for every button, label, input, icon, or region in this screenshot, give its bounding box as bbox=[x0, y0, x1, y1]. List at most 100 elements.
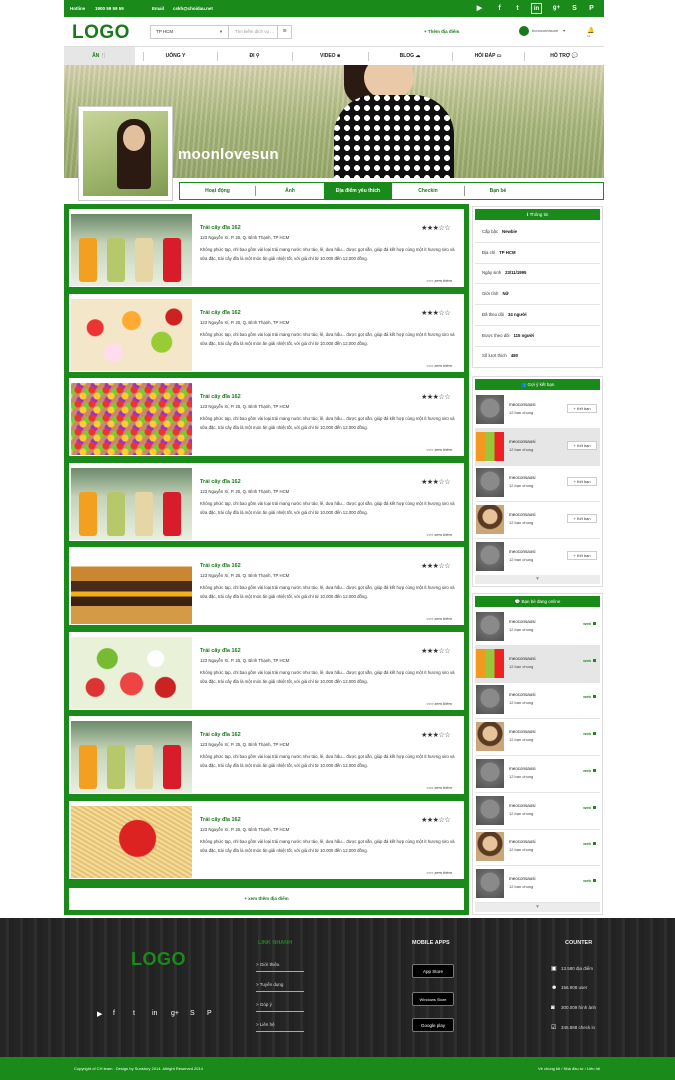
nav-item-uong[interactable]: UỐNG Y bbox=[143, 47, 208, 66]
place-thumbnail[interactable] bbox=[71, 214, 192, 286]
nav-item-an[interactable]: ĂN 🍴 bbox=[64, 47, 135, 66]
place-thumbnail[interactable] bbox=[71, 552, 192, 624]
place-card[interactable]: Trái cây đĩa 162 123 Nguyễn Xí, P. 25, Q.… bbox=[69, 209, 464, 287]
friend-avatar[interactable] bbox=[476, 868, 504, 898]
online-friend-row[interactable]: meoconsaosi 12 bạn chung web bbox=[475, 682, 600, 720]
friend-avatar[interactable] bbox=[476, 832, 504, 862]
linkedin-icon[interactable]: in bbox=[152, 1010, 157, 1017]
add-place-link[interactable]: + Thêm địa điểm bbox=[424, 29, 459, 34]
tab-hoat-dong[interactable]: Hoạt động bbox=[180, 183, 255, 199]
googleplus-icon[interactable]: g+ bbox=[171, 1010, 179, 1017]
read-more-link[interactable]: >>> xem thêm bbox=[426, 616, 452, 621]
read-more-link[interactable]: >>> xem thêm bbox=[426, 785, 452, 790]
menu-icon[interactable]: ≡ bbox=[277, 26, 291, 38]
suggested-friend-row[interactable]: meoconsaosi 12 bạn chung + Kết bạn bbox=[475, 502, 600, 540]
add-friend-button[interactable]: + Kết bạn bbox=[567, 477, 597, 487]
read-more-link[interactable]: >>> xem thêm bbox=[426, 870, 452, 875]
friend-name[interactable]: meoconsaosi bbox=[509, 839, 536, 844]
place-title[interactable]: Trái cây đĩa 162 bbox=[200, 817, 241, 823]
friend-name[interactable]: meoconsaosi bbox=[509, 803, 536, 808]
online-friend-row[interactable]: meoconsaosi 12 bạn chung web bbox=[475, 829, 600, 867]
tab-dia-diem-yeu-thich[interactable]: Địa điểm yêu thích bbox=[324, 183, 392, 199]
friend-name[interactable]: meoconsaosi bbox=[509, 402, 536, 407]
skype-icon[interactable]: S bbox=[569, 3, 580, 14]
pinterest-icon[interactable]: P bbox=[586, 3, 597, 14]
online-friend-row[interactable]: meoconsaosi 12 bạn chung web bbox=[475, 719, 600, 757]
place-thumbnail[interactable] bbox=[71, 636, 192, 709]
tab-anh[interactable]: Ảnh bbox=[256, 183, 324, 199]
place-title[interactable]: Trái cây đĩa 162 bbox=[200, 225, 241, 231]
friend-name[interactable]: meoconsaosi bbox=[509, 619, 536, 624]
friend-avatar[interactable] bbox=[476, 541, 504, 571]
google-play-button[interactable]: Google play bbox=[412, 1018, 454, 1032]
friend-avatar[interactable] bbox=[476, 648, 504, 678]
online-friend-row[interactable]: meoconsaosi 12 bạn chung web bbox=[475, 609, 600, 646]
place-card[interactable]: Trái cây đĩa 162 123 Nguyễn Xí, P. 25, Q.… bbox=[69, 293, 464, 372]
scroll-down-button[interactable]: ▼ bbox=[475, 903, 600, 912]
online-friend-row[interactable]: meoconsaosi 12 bạn chung web bbox=[475, 866, 600, 903]
hotline-number[interactable]: 1900 59 59 59 bbox=[95, 6, 124, 11]
add-friend-button[interactable]: + Kết bạn bbox=[567, 514, 597, 524]
friend-name[interactable]: meoconsaosi bbox=[509, 656, 536, 661]
place-thumbnail[interactable] bbox=[71, 721, 192, 793]
place-thumbnail[interactable] bbox=[71, 467, 192, 540]
place-title[interactable]: Trái cây đĩa 162 bbox=[200, 648, 241, 654]
twitter-icon[interactable]: t bbox=[512, 3, 523, 14]
place-card[interactable]: Trái cây đĩa 162 123 Nguyễn Xí, P. 25, Q.… bbox=[69, 378, 464, 456]
read-more-link[interactable]: >>> xem thêm bbox=[426, 447, 452, 452]
add-friend-button[interactable]: + Kết bạn bbox=[567, 404, 597, 413]
nav-item-blog[interactable]: BLOG ☁ bbox=[368, 47, 452, 66]
friend-name[interactable]: meoconsaosi bbox=[509, 439, 536, 444]
googleplus-icon[interactable]: g+ bbox=[551, 3, 562, 14]
city-select[interactable]: TP HCM ▼ bbox=[151, 26, 229, 38]
friend-avatar[interactable] bbox=[476, 612, 504, 641]
suggested-friend-row[interactable]: meoconsaosi 12 bạn chung + Kết bạn bbox=[475, 428, 600, 466]
read-more-link[interactable]: >>> xem thêm bbox=[426, 363, 452, 368]
app-store-button[interactable]: App Store bbox=[412, 964, 454, 978]
friend-name[interactable]: meoconsaosi bbox=[509, 692, 536, 697]
suggested-friend-row[interactable]: meoconsaosi 12 bạn chung + Kết bạn bbox=[475, 465, 600, 503]
friend-name[interactable]: meoconsaosi bbox=[509, 512, 536, 517]
facebook-icon[interactable]: f bbox=[113, 1010, 115, 1017]
search-input[interactable]: Tìm kiếm dịch vụ ... bbox=[235, 29, 274, 34]
friend-name[interactable]: meoconsaosi bbox=[509, 729, 536, 734]
scroll-down-button[interactable]: ▼ bbox=[475, 575, 600, 584]
place-card[interactable]: Trái cây đĩa 162 123 Nguyễn Xí, P. 25, Q.… bbox=[69, 716, 464, 794]
site-logo[interactable]: LOGO bbox=[72, 22, 130, 44]
place-card[interactable]: Trái cây đĩa 162 123 Nguyễn Xí, P. 25, Q.… bbox=[69, 547, 464, 625]
place-card[interactable]: Trái cây đĩa 162 123 Nguyễn Xí, P. 25, Q.… bbox=[69, 800, 464, 879]
friend-avatar[interactable] bbox=[476, 758, 504, 788]
email-address[interactable]: cskh@choidau.net bbox=[173, 6, 213, 11]
nav-item-ho-tro[interactable]: HỖ TRỢ 💬 bbox=[524, 47, 604, 66]
suggested-friend-row[interactable]: meoconsaosi 12 bạn chung + Kết bạn bbox=[475, 539, 600, 576]
place-title[interactable]: Trái cây đĩa 162 bbox=[200, 310, 241, 316]
place-title[interactable]: Trái cây đĩa 162 bbox=[200, 394, 241, 400]
friend-name[interactable]: meoconsaosi bbox=[509, 475, 536, 480]
friend-avatar[interactable] bbox=[476, 685, 504, 715]
read-more-link[interactable]: >>> xem thêm bbox=[426, 532, 452, 537]
skype-icon[interactable]: S bbox=[190, 1010, 195, 1017]
place-thumbnail[interactable] bbox=[71, 298, 192, 371]
play-icon[interactable]: ▶ bbox=[97, 1010, 102, 1018]
place-thumbnail[interactable] bbox=[71, 383, 192, 455]
friend-avatar[interactable] bbox=[476, 431, 504, 461]
twitter-icon[interactable]: t bbox=[133, 1010, 135, 1017]
pinterest-icon[interactable]: P bbox=[207, 1010, 212, 1017]
add-friend-button[interactable]: + Kết bạn bbox=[567, 550, 597, 560]
nav-item-hoi-dap[interactable]: HỎI ĐÁP ▭ bbox=[452, 47, 524, 66]
facebook-icon[interactable]: f bbox=[494, 3, 505, 14]
tab-checkin[interactable]: Checkin bbox=[392, 183, 464, 199]
tab-ban-be[interactable]: Bạn bè bbox=[465, 183, 531, 199]
footer-link-tuyen-dung[interactable]: > Tuyển dụng bbox=[256, 982, 304, 992]
suggested-friend-row[interactable]: meoconsaosi 12 bạn chung + Kết bạn bbox=[475, 392, 600, 429]
online-friend-row[interactable]: meoconsaosi 12 bạn chung web bbox=[475, 645, 600, 683]
footer-link-lien-he[interactable]: > Liên hệ bbox=[256, 1022, 304, 1032]
add-friend-button[interactable]: + Kết bạn bbox=[567, 440, 597, 450]
read-more-link[interactable]: >>> xem thêm bbox=[426, 278, 452, 283]
nav-item-video[interactable]: VIDEO ■ bbox=[292, 47, 368, 66]
friend-avatar[interactable] bbox=[476, 505, 504, 535]
user-menu[interactable]: bonocomaxum ▼ 🔔14 bbox=[519, 26, 594, 38]
place-title[interactable]: Trái cây đĩa 162 bbox=[200, 563, 241, 569]
friend-avatar[interactable] bbox=[476, 468, 504, 498]
friend-avatar[interactable] bbox=[476, 722, 504, 752]
